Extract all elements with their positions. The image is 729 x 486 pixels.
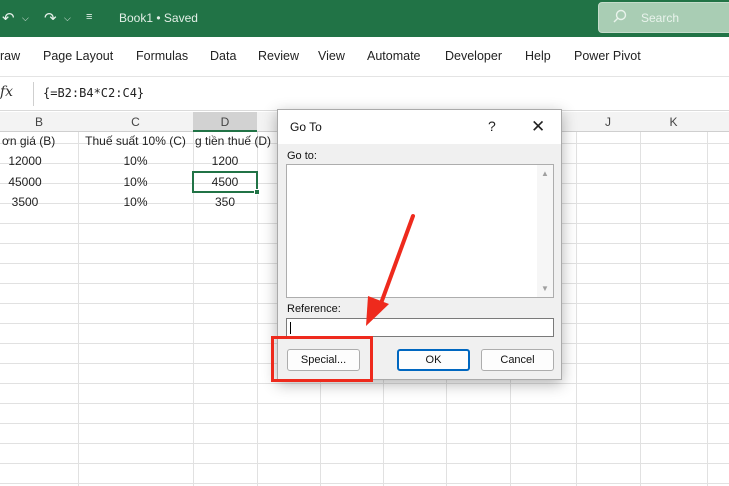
annotation-arrow-icon <box>366 214 415 326</box>
